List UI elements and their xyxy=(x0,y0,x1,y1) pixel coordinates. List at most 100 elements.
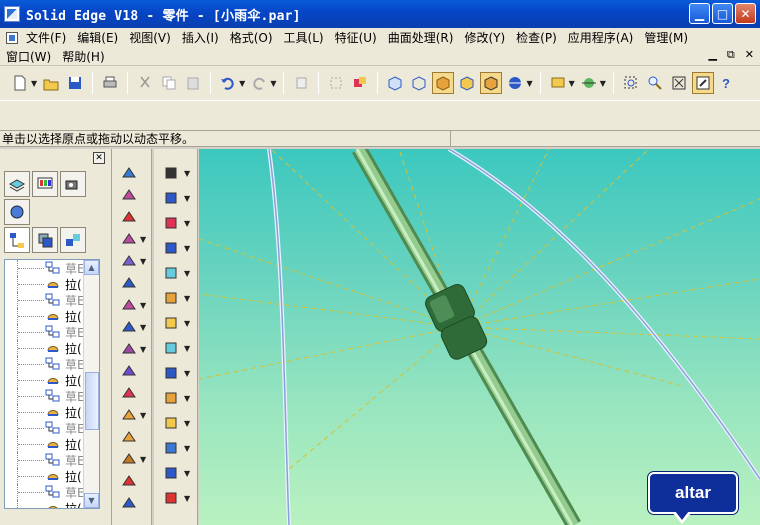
dropdown-icon[interactable]: ▼ xyxy=(184,394,190,403)
mdi-restore-button[interactable]: ⧉ xyxy=(727,48,735,62)
open-file-button[interactable] xyxy=(40,72,62,94)
select-icon[interactable] xyxy=(118,163,140,183)
menu-item-row2-0[interactable]: 窗口(W) xyxy=(6,48,58,65)
fit-icon[interactable] xyxy=(668,72,690,94)
dropdown-icon[interactable]: ▼ xyxy=(184,419,190,428)
cell-icon[interactable] xyxy=(290,72,312,94)
protrusion-tool-icon[interactable] xyxy=(160,288,182,308)
new-file-button[interactable] xyxy=(9,72,31,94)
bounded-icon[interactable] xyxy=(160,388,182,408)
revolve-icon[interactable] xyxy=(118,185,140,205)
menu-item-3[interactable]: 插入(I) xyxy=(178,29,226,46)
rib-icon[interactable] xyxy=(118,383,140,403)
menu-item-5[interactable]: 工具(L) xyxy=(280,29,331,46)
revolve-tool-icon[interactable] xyxy=(160,238,182,258)
chamfer-icon[interactable] xyxy=(118,339,140,359)
sensors-dropdown-icon[interactable]: ▼ xyxy=(600,79,606,88)
dropdown-icon[interactable]: ▼ xyxy=(140,301,146,310)
dropdown-icon[interactable]: ▼ xyxy=(184,469,190,478)
view-visible-edges-icon[interactable] xyxy=(456,72,478,94)
layers-tab[interactable] xyxy=(4,171,30,197)
cutout-icon[interactable] xyxy=(118,251,140,271)
lip-icon[interactable] xyxy=(118,405,140,425)
new-dropdown-icon[interactable]: ▼ xyxy=(31,79,37,88)
plane-icon[interactable] xyxy=(160,263,182,283)
undo-button[interactable] xyxy=(217,72,239,94)
minimize-button[interactable]: ▁ xyxy=(689,3,710,24)
web-icon[interactable] xyxy=(118,427,140,447)
maximize-button[interactable]: □ xyxy=(712,3,733,24)
document-icon[interactable] xyxy=(6,31,18,44)
dropdown-icon[interactable]: ▼ xyxy=(184,269,190,278)
axis-icon[interactable] xyxy=(160,488,182,508)
mdi-close-button[interactable]: ✕ xyxy=(745,48,754,62)
color-tab[interactable] xyxy=(32,171,58,197)
round-icon[interactable] xyxy=(118,317,140,337)
dropdown-icon[interactable]: ▼ xyxy=(184,494,190,503)
family-tab[interactable] xyxy=(32,227,58,253)
views-dropdown-icon[interactable]: ▼ xyxy=(569,79,575,88)
menu-item-9[interactable]: 检查(P) xyxy=(512,29,564,46)
menu-item-0[interactable]: 文件(F) xyxy=(22,29,73,46)
camera-tab[interactable] xyxy=(60,171,86,197)
scroll-down-button[interactable]: ▼ xyxy=(84,493,99,508)
redo-dropdown-icon[interactable]: ▼ xyxy=(270,79,276,88)
dropdown-icon[interactable]: ▼ xyxy=(184,444,190,453)
3d-viewport[interactable] xyxy=(199,149,760,525)
render-sphere-icon[interactable] xyxy=(504,72,526,94)
dropdown-icon[interactable]: ▼ xyxy=(184,319,190,328)
parts-library-icon[interactable] xyxy=(349,72,371,94)
named-views-icon[interactable] xyxy=(547,72,569,94)
help-icon[interactable]: ? xyxy=(716,72,738,94)
dropdown-icon[interactable]: ▼ xyxy=(140,455,146,464)
dropdown-icon[interactable]: ▼ xyxy=(184,244,190,253)
zoom-icon[interactable] xyxy=(644,72,666,94)
print-button[interactable] xyxy=(99,72,121,94)
close-icon[interactable]: ✕ xyxy=(93,152,105,164)
pan-icon[interactable] xyxy=(691,72,714,94)
scroll-thumb[interactable] xyxy=(85,372,99,430)
dropdown-icon[interactable]: ▼ xyxy=(140,411,146,420)
menu-item-10[interactable]: 应用程序(A) xyxy=(564,29,641,46)
menu-item-1[interactable]: 编辑(E) xyxy=(73,29,125,46)
feature-library-icon[interactable] xyxy=(325,72,347,94)
menu-item-4[interactable]: 格式(O) xyxy=(226,29,280,46)
rotate-icon[interactable] xyxy=(118,207,140,227)
menu-item-11[interactable]: 管理(M) xyxy=(640,29,695,46)
feature-library-tab[interactable] xyxy=(4,199,30,225)
mdi-minimize-button[interactable]: ▁ xyxy=(708,48,716,62)
menu-item-8[interactable]: 修改(Y) xyxy=(460,29,512,46)
thin-wall-icon[interactable] xyxy=(118,361,140,381)
coordinate-icon[interactable] xyxy=(160,313,182,333)
redo-button[interactable] xyxy=(248,72,270,94)
surface-icon[interactable] xyxy=(160,338,182,358)
blue-surface-icon[interactable] xyxy=(160,363,182,383)
menu-item-7[interactable]: 曲面处理(R) xyxy=(384,29,461,46)
dropdown-icon[interactable]: ▼ xyxy=(184,169,190,178)
assembly-tab[interactable] xyxy=(60,227,86,253)
dropdown-icon[interactable]: ▼ xyxy=(184,294,190,303)
hole-icon[interactable] xyxy=(118,273,140,293)
scroll-up-button[interactable]: ▲ xyxy=(84,260,99,275)
view-wireframe-icon[interactable] xyxy=(408,72,430,94)
save-button[interactable] xyxy=(64,72,86,94)
part-icon[interactable] xyxy=(160,213,182,233)
extrude-icon[interactable] xyxy=(118,229,140,249)
undo-dropdown-icon[interactable]: ▼ xyxy=(239,79,245,88)
swept-icon[interactable] xyxy=(160,463,182,483)
dropdown-icon[interactable]: ▼ xyxy=(184,194,190,203)
menu-item-2[interactable]: 视图(V) xyxy=(125,29,178,46)
dropdown-icon[interactable]: ▼ xyxy=(140,235,146,244)
dropdown-icon[interactable]: ▼ xyxy=(184,344,190,353)
pointer-icon[interactable] xyxy=(160,163,182,183)
copy-icon[interactable] xyxy=(158,72,180,94)
dropdown-icon[interactable]: ▼ xyxy=(140,323,146,332)
paste-icon[interactable] xyxy=(182,72,204,94)
dropdown-icon[interactable]: ▼ xyxy=(140,345,146,354)
vent-icon[interactable] xyxy=(118,449,140,469)
cut-icon[interactable] xyxy=(134,72,156,94)
zoom-area-icon[interactable] xyxy=(620,72,642,94)
view-shaded-edges-icon[interactable] xyxy=(480,72,503,94)
menu-item-row2-1[interactable]: 帮助(H) xyxy=(58,48,111,65)
sketch-tool-icon[interactable] xyxy=(160,188,182,208)
